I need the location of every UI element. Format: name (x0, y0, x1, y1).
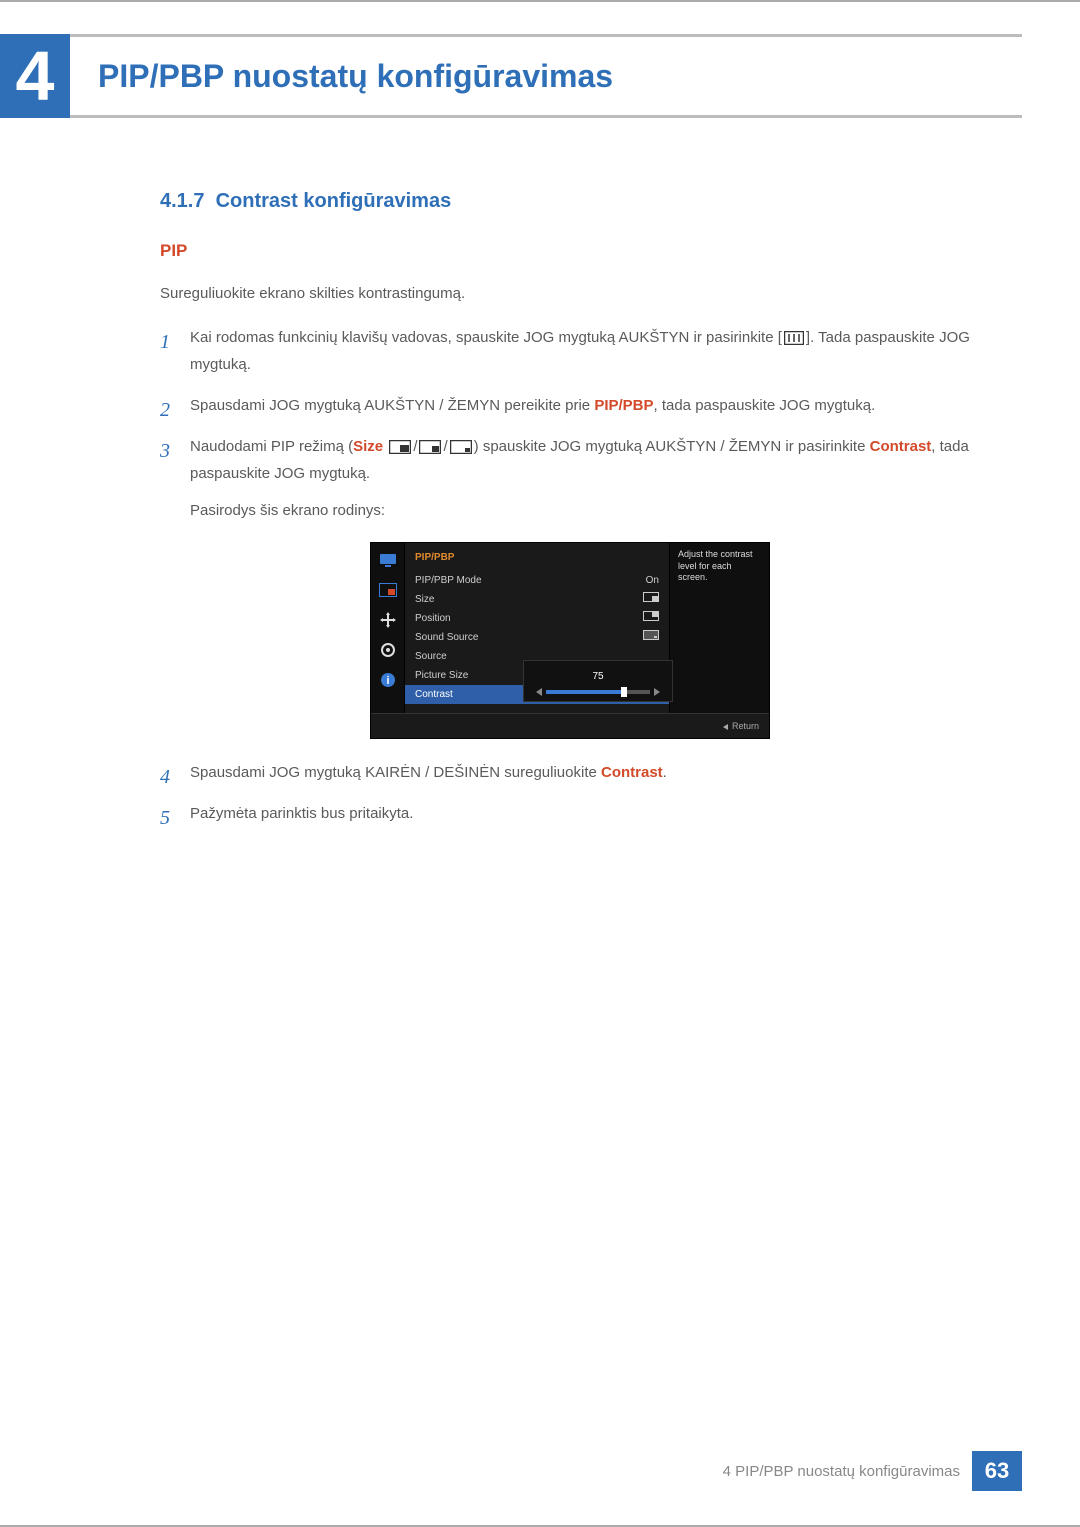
osd-value-mode: On (646, 572, 659, 590)
osd-position-icon (643, 610, 659, 628)
step-2-text-a: Spausdami JOG mygtuką AUKŠTYN / ŽEMYN pe… (190, 397, 594, 414)
osd-size-icon (643, 591, 659, 609)
monitor-icon (379, 551, 397, 569)
pip-size-icon-3 (450, 440, 472, 454)
osd-label-size: Size (415, 591, 434, 609)
step-number: 3 (160, 433, 170, 469)
osd-screenshot: i PIP/PBP PIP/PBP Mode On Size (370, 542, 770, 739)
osd-label-source: Source (415, 648, 447, 666)
step-3-size: Size (353, 438, 383, 455)
pip-icon (379, 581, 397, 599)
osd-main: i PIP/PBP PIP/PBP Mode On Size (371, 543, 769, 713)
osd-footer: Return (371, 713, 769, 738)
step-1-text-a: Kai rodomas funkcinių klavišų vadovas, s… (190, 329, 782, 346)
step-3-highlight: Contrast (870, 438, 932, 455)
footer-page-number: 63 (972, 1451, 1022, 1491)
slider-fill (546, 690, 624, 694)
step-5: 5 Pažymėta parinktis bus pritaikyta. (160, 800, 980, 827)
osd-return-label: Return (732, 721, 759, 731)
step-4: 4 Spausdami JOG mygtuką KAIRĖN / DEŠINĖN… (160, 759, 980, 786)
footer-text: 4 PIP/PBP nuostatų konfigūravimas (723, 1451, 972, 1491)
slider-thumb (621, 687, 627, 697)
chapter-header: 4 PIP/PBP nuostatų konfigūravimas (0, 34, 1022, 118)
content-area: 4.1.7 Contrast konfigūravimas PIP Suregu… (160, 190, 980, 841)
osd-label-picture: Picture Size (415, 667, 468, 685)
osd-row-sound: Sound Source (405, 628, 669, 647)
step-5-text: Pažymėta parinktis bus pritaikyta. (190, 805, 413, 822)
info-icon: i (379, 671, 397, 689)
osd-window: i PIP/PBP PIP/PBP Mode On Size (370, 542, 770, 739)
svg-text:i: i (386, 675, 389, 687)
step-1: 1 Kai rodomas funkcinių klavišų vadovas,… (160, 324, 980, 378)
pip-size-icon-2 (419, 440, 441, 454)
osd-help-panel: Adjust the contrast level for each scree… (669, 543, 769, 713)
osd-row-position: Position (405, 609, 669, 628)
page-top-rule (0, 0, 1080, 2)
step-3-text-a: Naudodami PIP režimą ( (190, 438, 353, 455)
page-footer: 4 PIP/PBP nuostatų konfigūravimas 63 (723, 1451, 1022, 1491)
osd-label-mode: PIP/PBP Mode (415, 572, 482, 590)
osd-row-mode: PIP/PBP Mode On (405, 571, 669, 590)
step-3: 3 Naudodami PIP režimą (Size //) spauski… (160, 433, 980, 739)
section-number: 4.1.7 (160, 190, 204, 212)
slider-left-arrow (536, 688, 542, 696)
osd-label-position: Position (415, 610, 451, 628)
slider-right-arrow (654, 688, 660, 696)
section-title: Contrast konfigūravimas (216, 190, 452, 212)
pip-size-icon-1 (389, 440, 411, 454)
sub-heading-pip: PIP (160, 241, 980, 261)
step-3-followup: Pasirodys šis ekrano rodinys: (190, 497, 980, 524)
return-arrow-icon (723, 724, 728, 730)
chapter-title: PIP/PBP nuostatų konfigūravimas (70, 34, 1022, 118)
osd-sound-icon (643, 629, 659, 647)
osd-title: PIP/PBP (405, 543, 669, 571)
step-2-text-b: , tada paspauskite JOG mygtuką. (654, 397, 876, 414)
step-2: 2 Spausdami JOG mygtuką AUKŠTYN / ŽEMYN … (160, 392, 980, 419)
steps-list: 1 Kai rodomas funkcinių klavišų vadovas,… (160, 324, 980, 827)
menu-icon (784, 331, 804, 345)
osd-slider-value: 75 (592, 668, 603, 686)
step-number: 5 (160, 800, 170, 836)
step-3-text-b: ) spauskite JOG mygtuką AUKŠTYN / ŽEMYN … (474, 438, 870, 455)
move-icon (379, 611, 397, 629)
gear-icon (379, 641, 397, 659)
intro-text: Sureguliuokite ekrano skilties kontrasti… (160, 285, 980, 302)
osd-label-contrast: Contrast (415, 686, 453, 704)
osd-slider-panel: 75 (532, 663, 664, 699)
step-2-highlight: PIP/PBP (594, 397, 653, 414)
step-number: 4 (160, 759, 170, 795)
osd-sidebar: i (371, 543, 405, 713)
osd-slider (546, 690, 650, 694)
section-heading: 4.1.7 Contrast konfigūravimas (160, 190, 980, 213)
osd-label-sound: Sound Source (415, 629, 478, 647)
step-4-text-b: . (663, 764, 667, 781)
chapter-number: 4 (0, 34, 70, 118)
step-number: 1 (160, 324, 170, 360)
osd-menu: PIP/PBP PIP/PBP Mode On Size Position (405, 543, 669, 713)
step-number: 2 (160, 392, 170, 428)
step-4-text-a: Spausdami JOG mygtuką KAIRĖN / DEŠINĖN s… (190, 764, 601, 781)
osd-row-size: Size (405, 590, 669, 609)
step-4-highlight: Contrast (601, 764, 663, 781)
